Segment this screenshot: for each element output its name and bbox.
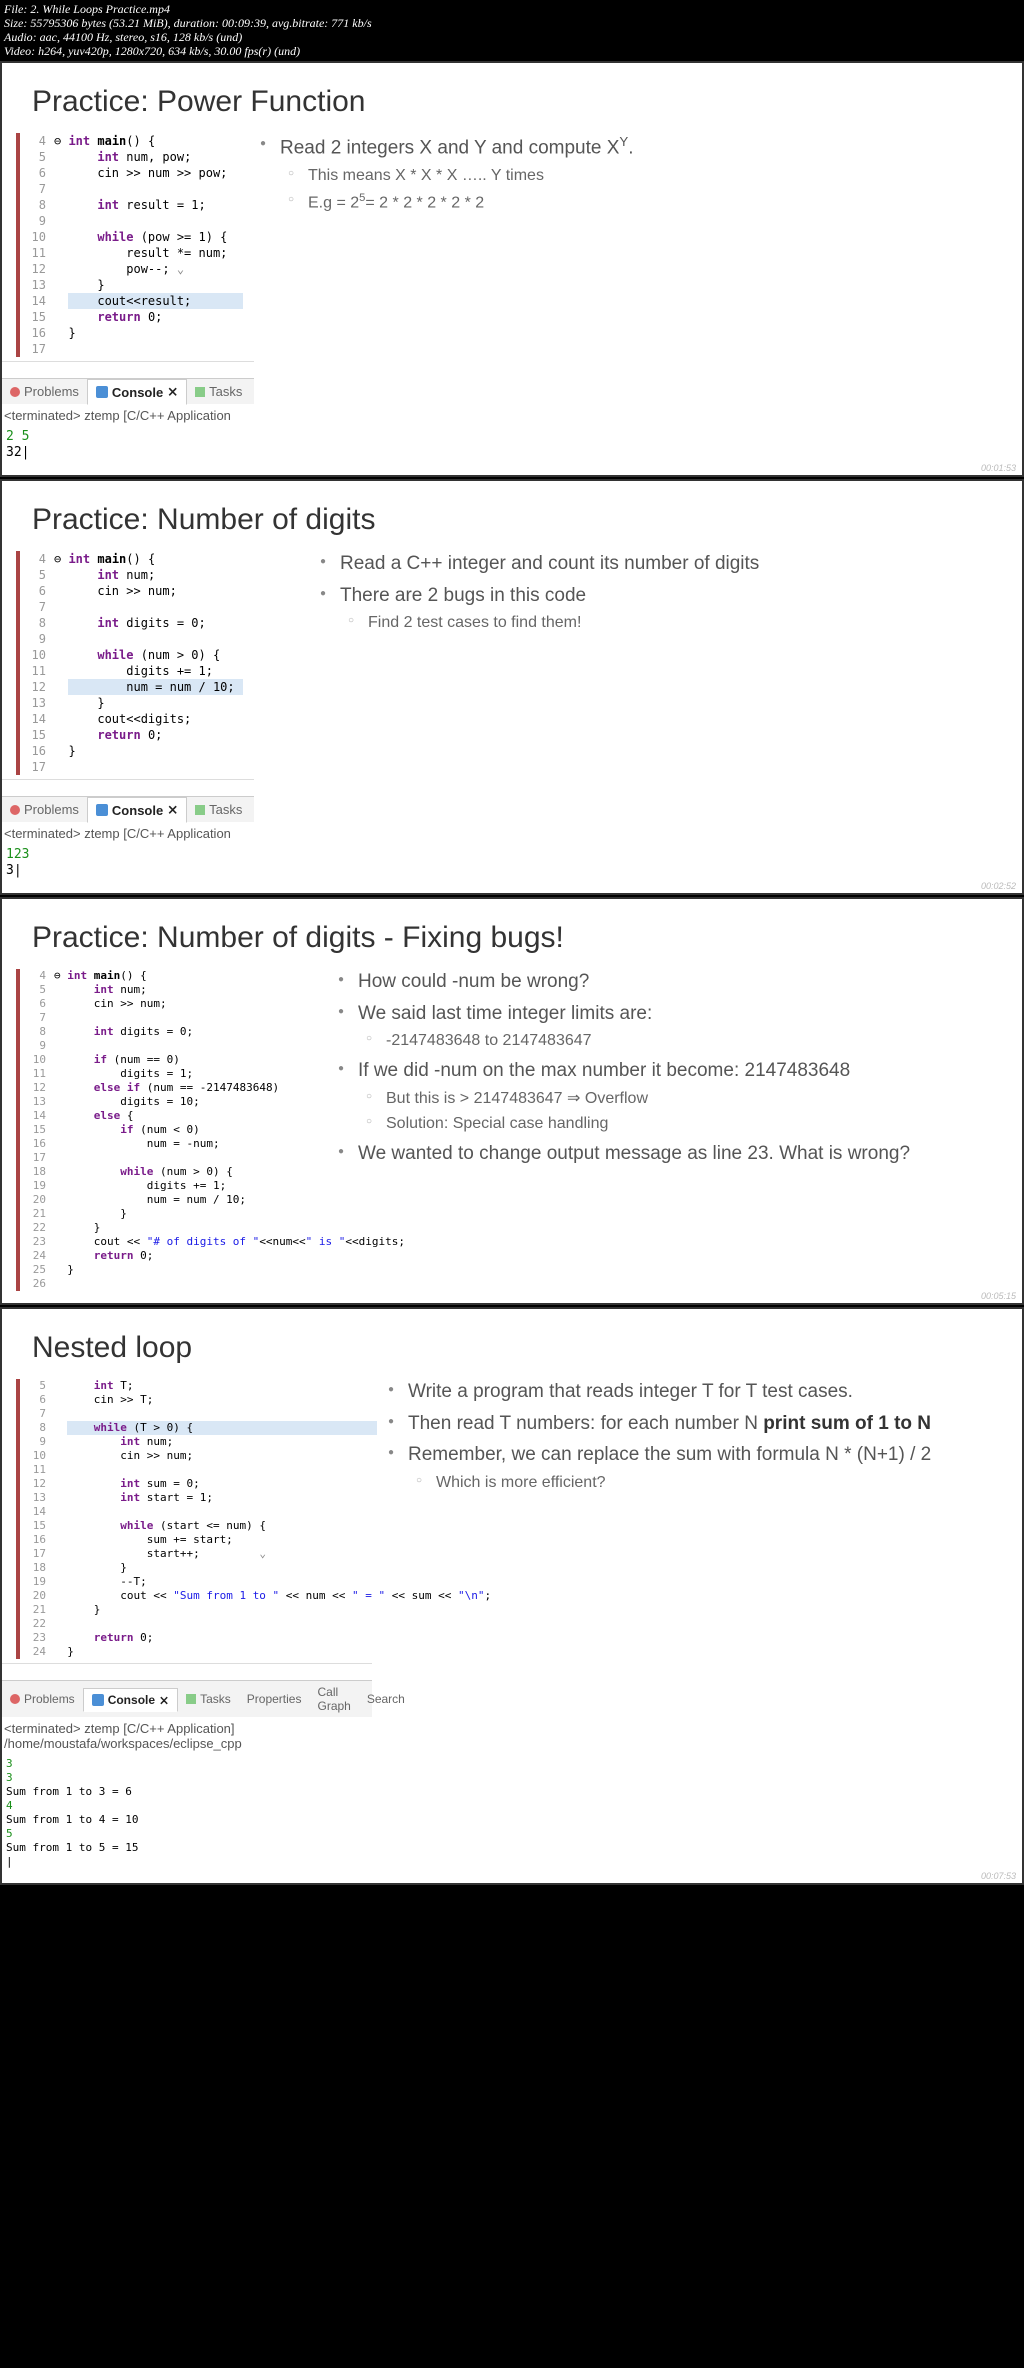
bullet: Read a C++ integer and count its number … (314, 551, 1008, 577)
console-output: 2 5 32| (2, 427, 254, 463)
tabs-bar: Problems Console ⨯ Tasks (2, 796, 254, 822)
problems-icon (10, 387, 20, 397)
console-output: 3 3 Sum from 1 to 3 = 6 4 Sum from 1 to … (2, 1755, 372, 1871)
sub-bullet: Find 2 test cases to find them! (340, 612, 1008, 634)
sub-bullet: This means X * X * X ….. Y times (280, 165, 1008, 187)
sub-bullet: E.g = 25= 2 * 2 * 2 * 2 * 2 (280, 191, 1008, 214)
tab-tasks[interactable]: Tasks (178, 1688, 239, 1710)
problems-icon (10, 1694, 20, 1704)
timestamp: 00:01:53 (981, 463, 1016, 473)
header-file: File: 2. While Loops Practice.mp4 (4, 2, 1024, 16)
bullet: There are 2 bugs in this code Find 2 tes… (314, 583, 1008, 634)
sub-bullet: Solution: Special case handling (358, 1113, 1008, 1135)
slide-nested-loop: Nested loop 5 int T; 6 cin >> T; 7 8 whi… (0, 1307, 1024, 1885)
slide-title: Practice: Number of digits (2, 503, 1022, 551)
header-size: Size: 55795306 bytes (53.21 MiB), durati… (4, 16, 1024, 30)
timestamp: 00:05:15 (981, 1291, 1016, 1301)
tab-console[interactable]: Console ⨯ (87, 379, 187, 405)
bullet: If we did -num on the max number it beco… (332, 1058, 1008, 1135)
bullet: Write a program that reads integer T for… (382, 1379, 1008, 1405)
code-block: 4⊖ int main() { 5 int num; 6 cin >> num;… (16, 969, 322, 1291)
bullet: Then read T numbers: for each number N p… (382, 1411, 1008, 1437)
slide-power-function: Practice: Power Function 4⊖ int main() {… (0, 61, 1024, 477)
problems-icon (10, 805, 20, 815)
console-result: 32 (6, 445, 22, 460)
sub-bullet: Which is more efficient? (408, 1472, 1008, 1494)
tab-console[interactable]: Console ⨯ (87, 797, 187, 823)
code-block: 4⊖ int main() { 5 int num, pow; 6 cin >>… (16, 133, 254, 357)
console-icon (92, 1694, 104, 1706)
header-audio: Audio: aac, 44100 Hz, stereo, s16, 128 k… (4, 30, 1024, 44)
tab-tasks[interactable]: Tasks (187, 798, 250, 821)
bullet: We said last time integer limits are: -2… (332, 1001, 1008, 1052)
tab-tasks[interactable]: Tasks (187, 380, 250, 403)
timestamp: 00:02:52 (981, 881, 1016, 891)
bullet: Remember, we can replace the sum with fo… (382, 1442, 1008, 1493)
timestamp: 00:07:53 (981, 1871, 1016, 1881)
terminated-label: <terminated> ztemp [C/C++ Application (2, 404, 254, 427)
bullet: How could -num be wrong? (332, 969, 1008, 995)
tasks-icon (195, 387, 205, 397)
terminated-label: <terminated> ztemp [C/C++ Application (2, 822, 254, 845)
tab-console[interactable]: Console ⨯ (83, 1688, 178, 1712)
tabs-bar: Problems Console ⨯ Tasks (2, 378, 254, 404)
slide-num-digits: Practice: Number of digits 4⊖ int main()… (0, 479, 1024, 895)
sub-bullet: But this is > 2147483647 ⇒ Overflow (358, 1088, 1008, 1110)
bullet: Read 2 integers X and Y and compute XY. … (254, 133, 1008, 213)
code-block: 5 int T; 6 cin >> T; 7 8 while (T > 0) {… (16, 1379, 372, 1659)
tab-properties[interactable]: Properties (239, 1688, 310, 1710)
console-input: 2 5 (6, 429, 250, 445)
console-result: 3 (6, 863, 14, 878)
slide-title: Practice: Power Function (2, 85, 1022, 133)
slide-title: Nested loop (2, 1331, 1022, 1379)
code-block: 4⊖ int main() { 5 int num; 6 cin >> num;… (16, 551, 254, 775)
sub-bullet: -2147483648 to 2147483647 (358, 1030, 1008, 1052)
slide-title: Practice: Number of digits - Fixing bugs… (2, 921, 1022, 969)
console-icon (96, 386, 108, 398)
tasks-icon (186, 1694, 196, 1704)
tabs-bar: Problems Console ⨯ Tasks Properties Call… (2, 1680, 372, 1717)
terminated-label: <terminated> ztemp [C/C++ Application] /… (2, 1717, 372, 1755)
console-input: 123 (6, 847, 250, 863)
tab-search[interactable]: Search (359, 1688, 413, 1710)
tasks-icon (195, 805, 205, 815)
tab-problems[interactable]: Problems (2, 380, 87, 403)
tab-problems[interactable]: Problems (2, 798, 87, 821)
console-icon (96, 804, 108, 816)
console-output: 123 3| (2, 845, 254, 881)
header-video: Video: h264, yuv420p, 1280x720, 634 kb/s… (4, 44, 1024, 58)
bullet: We wanted to change output message as li… (332, 1141, 1008, 1167)
tab-problems[interactable]: Problems (2, 1688, 83, 1710)
slide-fixing-bugs: Practice: Number of digits - Fixing bugs… (0, 897, 1024, 1305)
file-info-header: File: 2. While Loops Practice.mp4 Size: … (0, 0, 1024, 61)
tab-callgraph[interactable]: Call Graph (309, 1681, 358, 1717)
